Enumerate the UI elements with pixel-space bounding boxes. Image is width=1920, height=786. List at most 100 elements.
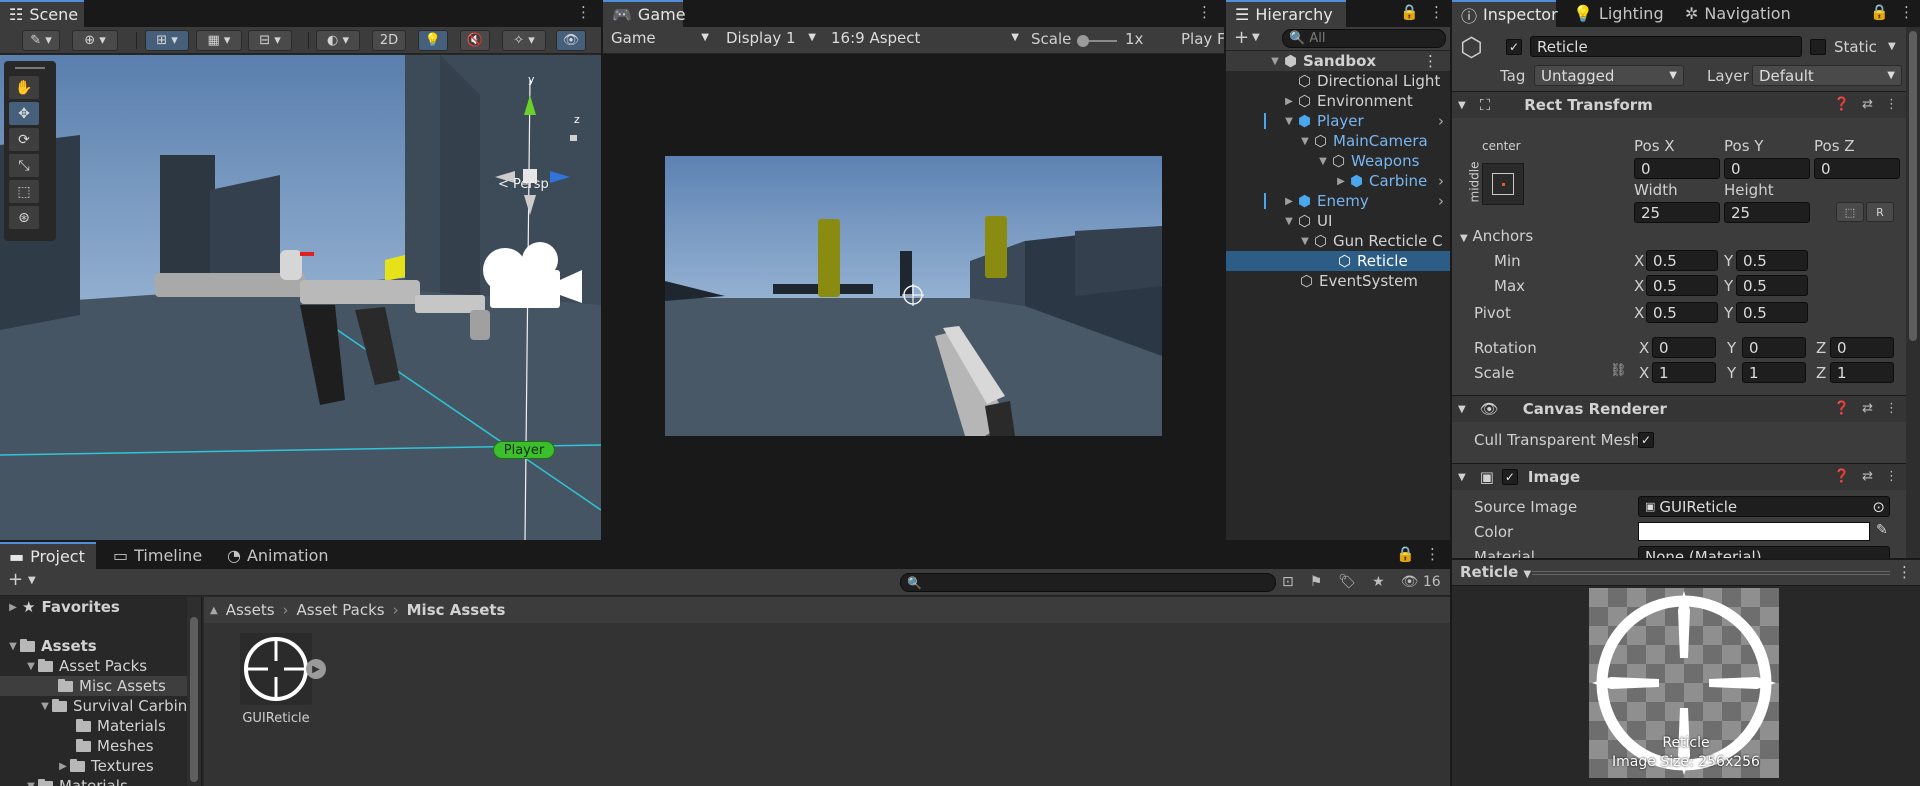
tree-item-reticle[interactable]: ⬡ Reticle [1226,251,1450,271]
chevron-right-icon[interactable]: ▶ [6,602,20,613]
tree-item-eventsystem[interactable]: ⬡ EventSystem [1226,271,1450,291]
inspector-tab-icons[interactable]: 🔒 ⋮ [1870,3,1914,21]
anchor-min-y-field[interactable]: 0.5 [1736,250,1808,271]
menu-icon[interactable]: ⋮ [1425,545,1440,563]
chevron-down-icon[interactable]: ▼ [1458,404,1466,415]
object-name-field[interactable]: Reticle [1530,36,1802,57]
search-by-type-icon[interactable]: ⊡ [1282,574,1294,590]
tag-icon[interactable]: 🏷 [1338,574,1356,590]
tag-dropdown[interactable]: Untagged ▼ [1534,65,1684,86]
global-button[interactable]: ⊕ ▾ [72,30,118,51]
preview-title-dropdown[interactable]: Reticle ▼ [1460,563,1531,581]
help-icon[interactable]: ❓ [1834,401,1850,416]
folder-tree-scrollbar[interactable] [187,597,201,786]
scene-tab-menu[interactable]: ⋮ [576,3,591,21]
breadcrumb-assets[interactable]: Assets [226,601,275,619]
scene-persp-label[interactable]: < Persp [498,177,549,192]
raw-edit-button[interactable]: R [1866,202,1894,222]
project-search-input[interactable]: 🔍 [900,573,1276,592]
hidden-packages-icon[interactable]: 👁 16 [1401,574,1441,590]
folder-survival-carbine[interactable]: ▼ Survival Carbine [0,696,201,716]
tree-item-directional-light[interactable]: ⬡ Directional Light [1226,71,1450,91]
visibility-toggle-icon[interactable]: 👁 [556,30,586,51]
rotation-y-field[interactable]: 0 [1742,337,1806,358]
scale-tool-icon[interactable]: ⤡ [9,154,39,177]
menu-icon[interactable]: ⋮ [1899,3,1914,21]
tab-animation[interactable]: ◔ Animation [218,542,330,569]
active-checkbox[interactable]: ✓ [1506,39,1522,55]
tree-item-carbine[interactable]: ▶ ⬢ Carbine › [1226,171,1450,191]
increment-snap-button[interactable]: ⊟ ▾ [248,30,292,51]
component-icons[interactable]: ❓ ⇄ ⋮ [1834,97,1898,112]
shading-mode-button[interactable]: ◐ ▾ [316,30,360,51]
image-enabled-checkbox[interactable]: ✓ [1501,469,1518,485]
lock-icon[interactable]: 🔒 [1396,545,1415,563]
tab-game[interactable]: 🎮 Game [603,0,686,27]
folder-asset-packs[interactable]: ▼ Asset Packs [0,656,201,676]
lock-icon[interactable]: 🔒 [1870,3,1889,21]
folder-materials[interactable]: Materials [0,716,201,736]
tab-inspector[interactable]: ⓘ Inspector [1452,0,1558,27]
game-tab-menu[interactable]: ⋮ [1197,3,1212,21]
breadcrumb-asset-packs[interactable]: Asset Packs [297,601,385,619]
chevron-down-icon[interactable]: ▼ [1458,472,1466,483]
anchor-max-y-field[interactable]: 0.5 [1736,275,1808,296]
create-asset-button[interactable]: + [8,569,23,590]
component-icons[interactable]: ❓ ⇄ ⋮ [1834,469,1898,484]
pivot-y-field[interactable]: 0.5 [1736,302,1808,323]
source-image-field[interactable]: ▣ GUIReticle ⊙ [1638,496,1890,517]
preset-icon[interactable]: ⇄ [1862,469,1873,484]
asset-item[interactable]: ▶ GUIReticle [236,633,326,733]
lighting-toggle-icon[interactable]: 💡 [418,30,448,51]
grid-button[interactable]: ▦ ▾ [196,30,242,51]
pivot-x-field[interactable]: 0.5 [1646,302,1718,323]
canvas-renderer-header[interactable]: ▼ 👁 Canvas Renderer ❓ ⇄ ⋮ [1452,395,1906,422]
overlay-grip[interactable] [15,67,45,72]
rect-tool-icon[interactable]: ⬚ [9,180,39,203]
rotation-x-field[interactable]: 0 [1652,337,1716,358]
object-picker-icon[interactable]: ⊙ [1872,498,1885,516]
tree-item-gun-reticle-canvas[interactable]: ▼ ⬡ Gun Recticle C [1226,231,1450,251]
scale-slider[interactable] [1077,35,1117,47]
layer-dropdown[interactable]: Default ▼ [1752,65,1902,86]
tab-lighting[interactable]: 💡 Lighting [1564,0,1668,27]
add-object-button[interactable]: + [1234,27,1249,48]
tree-item-ui[interactable]: ▼ ⬡ UI [1226,211,1450,231]
tab-project[interactable]: ▬ Project [0,542,96,569]
static-checkbox[interactable] [1810,39,1826,55]
chevron-down-icon[interactable]: ▼ [1282,216,1296,227]
game-viewport[interactable] [665,156,1162,436]
hierarchy-search-input[interactable]: 🔍 All [1282,29,1446,48]
tab-navigation[interactable]: ✲ Navigation [1676,0,1800,27]
inspector-scrollbar-thumb[interactable] [1909,31,1917,341]
chevron-down-icon[interactable]: ▼ [38,701,52,712]
anchors-label[interactable]: ▼ Anchors [1460,227,1533,245]
inspector-scrollbar[interactable] [1906,27,1920,558]
material-field[interactable]: None (Material) [1638,546,1890,558]
tab-scene[interactable]: ☷ Scene [0,0,84,27]
hierarchy-tab-icons[interactable]: 🔒 ⋮ [1400,3,1444,21]
tree-item-enemy[interactable]: ▶ ⬢ Enemy › [1226,191,1450,211]
help-icon[interactable]: ❓ [1834,97,1850,112]
project-filter-icons[interactable]: ⊡ ⚑ 🏷 ★ 👁 16 [1282,574,1441,590]
color-swatch[interactable] [1638,522,1870,541]
scene-viewport[interactable]: < Persp y z Player ✋ ✥ ⟳ ⤡ ⬚ ⊛ [0,55,601,540]
hand-tool-icon[interactable]: ✋ [9,76,39,99]
chevron-down-icon[interactable]: ▼ [28,575,36,586]
folder-tree-scrollbar-thumb[interactable] [190,617,198,782]
rotation-z-field[interactable]: 0 [1830,337,1894,358]
image-component-header[interactable]: ▼ ▣ ✓ Image ❓ ⇄ ⋮ [1452,463,1906,490]
chevron-down-icon[interactable]: ▼ [1888,41,1896,52]
folder-materials-root[interactable]: ▼ Materials [0,776,201,786]
transform-tool-icon[interactable]: ⊛ [9,206,39,229]
anchor-max-x-field[interactable]: 0.5 [1646,275,1718,296]
constrain-proportions-icon[interactable]: ⛓ [1610,363,1627,378]
mode-2d-button[interactable]: 2D [372,30,406,51]
scale-slider-handle[interactable] [1077,35,1089,47]
chevron-right-icon[interactable]: › [1438,192,1444,210]
tree-item-maincamera[interactable]: ▼ ⬡ MainCamera [1226,131,1450,151]
blueprint-mode-button[interactable]: ⬚ [1836,202,1864,222]
chevron-down-icon[interactable]: ▼ [6,641,20,652]
menu-icon[interactable]: ⋮ [1885,469,1898,484]
pos-y-field[interactable]: 0 [1724,158,1810,179]
